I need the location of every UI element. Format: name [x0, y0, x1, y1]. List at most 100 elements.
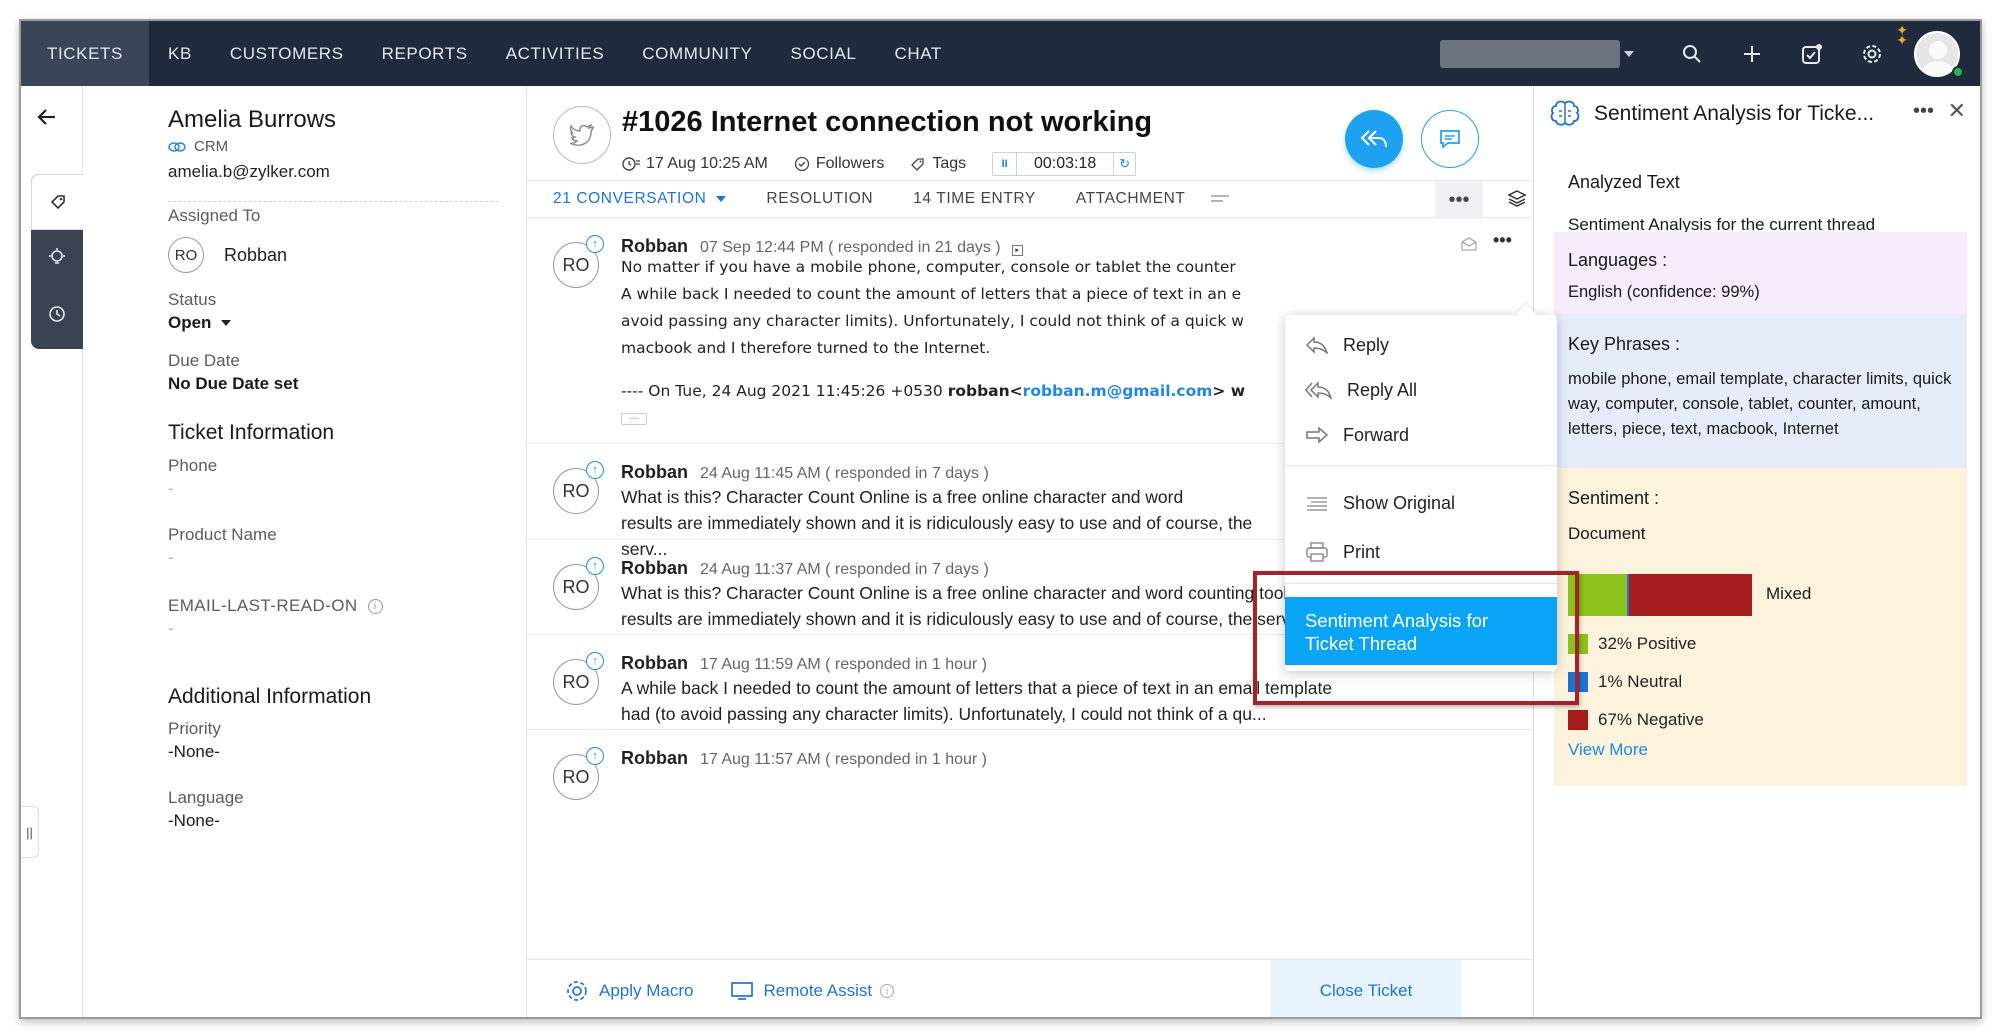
assignee[interactable]: RO Robban: [168, 237, 287, 273]
menu-show-original-label: Show Original: [1343, 492, 1456, 513]
close-icon[interactable]: ✕: [1948, 98, 1966, 124]
thread-more-options-icon[interactable]: •••: [1493, 230, 1512, 251]
sparkle-icon: ✦ ✦: [1896, 22, 1908, 48]
tab-conversation[interactable]: 21 CONVERSATION: [553, 190, 726, 208]
contact-detail-pane: Amelia Burrows CRM amelia.b@zylker.com A…: [83, 86, 527, 1017]
tab-time-entry[interactable]: 14 TIME ENTRY: [913, 190, 1036, 208]
ticket-action-bar: Apply Macro Remote Assist i Close Ticket: [527, 959, 1533, 1017]
nav-community[interactable]: COMMUNITY: [623, 21, 771, 86]
menu-print-label: Print: [1343, 541, 1381, 562]
close-ticket-button[interactable]: Close Ticket: [1271, 960, 1461, 1017]
notifications-icon[interactable]: [1782, 21, 1842, 86]
languages-value: English (confidence: 99%): [1568, 283, 1760, 301]
brain-icon: [1550, 100, 1580, 126]
info-icon[interactable]: i: [880, 983, 895, 998]
history-icon[interactable]: [31, 286, 83, 342]
priority-value[interactable]: -None-: [168, 742, 220, 762]
menu-reply[interactable]: Reply: [1285, 323, 1557, 367]
contact-name[interactable]: Amelia Burrows: [168, 106, 336, 134]
quote-prefix: ---- On Tue, 24 Aug 2021 11:45:26 +0530: [621, 382, 948, 400]
bulb-icon[interactable]: [31, 230, 83, 286]
nav-kb[interactable]: KB: [149, 21, 211, 86]
menu-print[interactable]: Print: [1285, 530, 1557, 574]
ticket-date: 17 Aug 10:25 AM: [622, 155, 768, 173]
twitter-icon: [553, 106, 611, 164]
legend-negative: 67% Negative: [1568, 710, 1704, 730]
outgoing-badge-icon: ↑: [586, 747, 604, 765]
ticket-properties-tool[interactable]: [31, 174, 83, 230]
quote-email-link[interactable]: robban.m@gmail.com: [1023, 382, 1213, 400]
ticket-date-text: 17 Aug 10:25 AM: [646, 155, 768, 172]
followers-label: Followers: [815, 155, 885, 172]
nav-tickets[interactable]: TICKETS: [21, 21, 149, 86]
layers-icon[interactable]: [1507, 189, 1527, 214]
show-quoted-button[interactable]: …: [621, 413, 647, 425]
sentiment-bar: [1568, 574, 1752, 616]
body-line: No matter if you have a mobile phone, co…: [621, 258, 1236, 276]
more-options-icon[interactable]: •••: [1435, 181, 1483, 219]
quote-suffix: > w: [1212, 382, 1246, 400]
crm-label: CRM: [194, 138, 229, 155]
info-icon[interactable]: i: [367, 598, 383, 614]
nav-reports[interactable]: REPORTS: [363, 21, 487, 86]
nav-activities[interactable]: ACTIVITIES: [487, 21, 624, 86]
search-icon[interactable]: [1662, 21, 1722, 86]
department-select[interactable]: [1440, 39, 1634, 68]
nav-chat[interactable]: CHAT: [875, 21, 960, 86]
outgoing-badge-icon: ↑: [586, 652, 604, 670]
due-date-value[interactable]: No Due Date set: [168, 374, 298, 394]
status-label: Status: [168, 290, 217, 309]
view-more-link[interactable]: View More: [1568, 740, 1648, 760]
contact-email[interactable]: amelia.b@zylker.com: [168, 162, 330, 182]
settings-gear-icon[interactable]: [1842, 21, 1902, 86]
crm-link[interactable]: CRM: [168, 138, 228, 155]
menu-forward[interactable]: Forward: [1285, 413, 1557, 457]
tags-button[interactable]: Tags: [910, 155, 966, 173]
panel-more-options-icon[interactable]: •••: [1913, 100, 1934, 123]
email-last-read-value[interactable]: -: [168, 619, 174, 639]
sender-initials: RO: [562, 671, 590, 692]
menu-reply-all[interactable]: Reply All: [1285, 368, 1557, 412]
menu-show-original[interactable]: Show Original: [1285, 481, 1557, 525]
document-lines-icon: [1307, 497, 1327, 511]
language-label: Language: [168, 788, 244, 807]
thread-body: No matter if you have a mobile phone, co…: [621, 254, 1301, 428]
collapse-handle[interactable]: ||: [21, 806, 39, 858]
followers-button[interactable]: Followers: [794, 155, 884, 173]
menu-forward-label: Forward: [1343, 424, 1410, 445]
forward-arrow-icon: [1306, 426, 1329, 444]
quoted-header: ---- On Tue, 24 Aug 2021 11:45:26 +0530 …: [621, 378, 1301, 405]
back-arrow-icon[interactable]: [37, 108, 57, 131]
reply-all-button[interactable]: [1345, 110, 1403, 168]
key-phrases-title: Key Phrases :: [1568, 334, 1681, 354]
left-tool-strip: ||: [21, 86, 83, 1017]
tab-resolution[interactable]: RESOLUTION: [766, 190, 873, 208]
sender-avatar: RO ↑: [553, 461, 604, 514]
highlight-annotation-box: [1253, 571, 1579, 705]
refresh-icon[interactable]: ↻: [1113, 153, 1135, 175]
key-phrases-value: mobile phone, email template, character …: [1568, 370, 1952, 438]
more-tabs-icon[interactable]: [1211, 194, 1230, 204]
nav-social[interactable]: SOCIAL: [772, 21, 876, 86]
neutral-label: 1% Neutral: [1598, 672, 1683, 691]
phone-value[interactable]: -: [168, 479, 174, 499]
overall-sentiment: Mixed: [1766, 584, 1812, 603]
tab-attachment[interactable]: ATTACHMENT: [1076, 190, 1186, 208]
priority-label: Priority: [168, 719, 221, 738]
thread-item[interactable]: RO ↑ Robban 17 Aug 11:57 AM ( responded i…: [527, 730, 1533, 825]
menu-divider: [1285, 465, 1557, 466]
add-comment-button[interactable]: [1421, 110, 1479, 168]
language-value[interactable]: -None-: [168, 811, 220, 831]
divider: [168, 201, 498, 202]
panel-title: Sentiment Analysis for Ticke...: [1594, 102, 1875, 125]
nav-customers[interactable]: CUSTOMERS: [211, 21, 363, 86]
add-icon[interactable]: [1722, 21, 1782, 86]
outgoing-badge-icon: ↑: [586, 461, 604, 479]
status-dropdown[interactable]: Open: [168, 313, 232, 333]
apply-macro-button[interactable]: Apply Macro: [565, 979, 693, 1003]
pause-icon[interactable]: II: [993, 153, 1018, 175]
remote-assist-button[interactable]: Remote Assist i: [731, 981, 895, 1001]
sender-name: Robban: [621, 462, 688, 482]
sender-initials: RO: [562, 480, 590, 501]
product-name-value[interactable]: -: [168, 548, 174, 568]
